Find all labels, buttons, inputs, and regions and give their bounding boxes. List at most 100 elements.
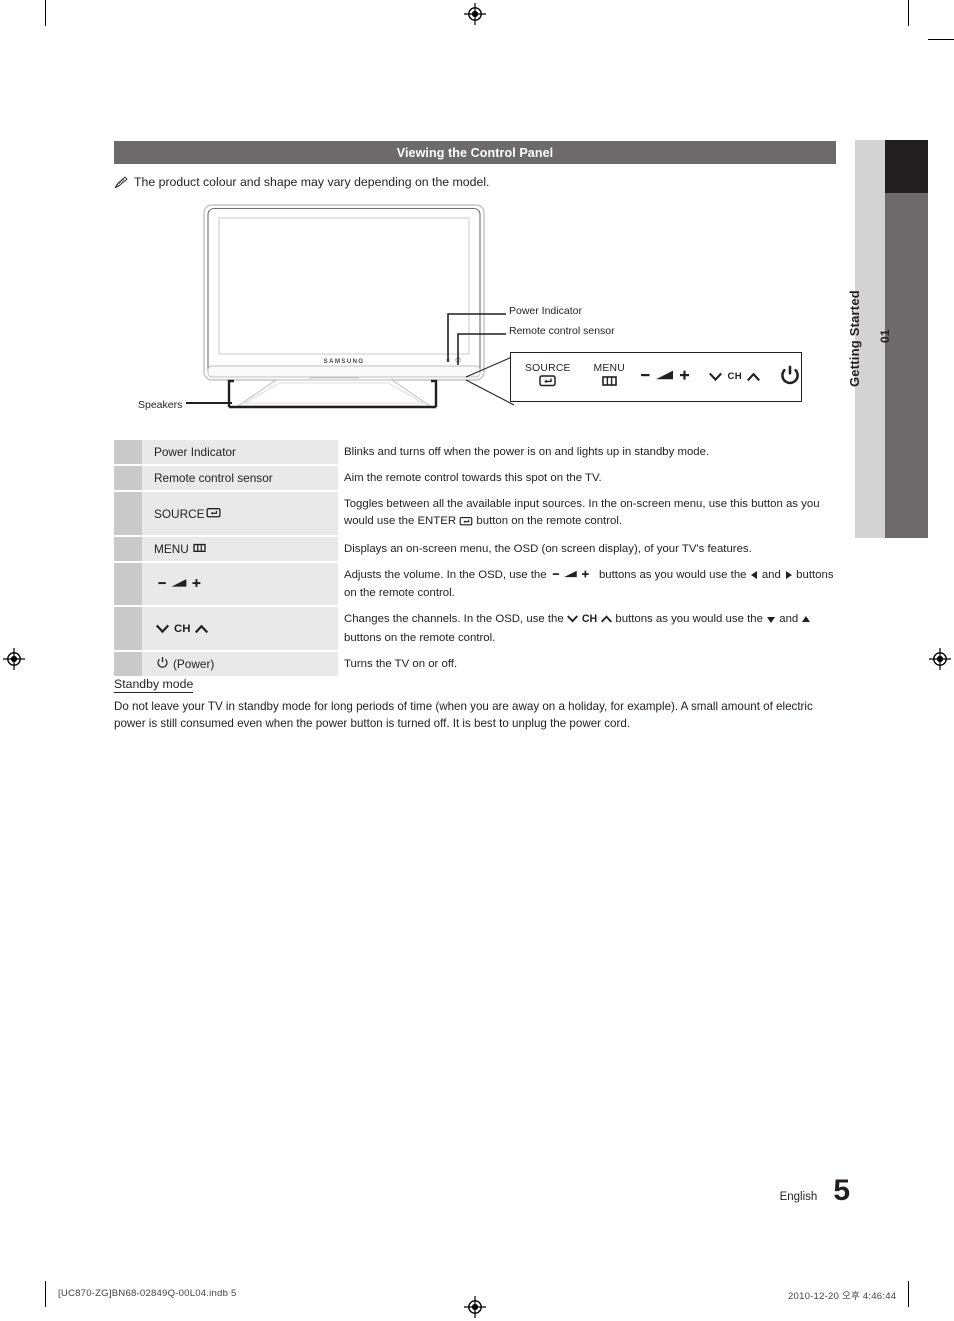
row-description: Toggles between all the available input … [338,492,836,534]
control-panel-table: Power Indicator Blinks and turns off whe… [114,440,836,678]
page-number: 5 [833,1174,850,1207]
source-button[interactable]: SOURCE [525,362,571,391]
volume-button[interactable] [640,367,696,386]
row-description-text: Displays an on-screen menu, the OSD (on … [344,542,752,555]
footer-language: English [779,1191,818,1203]
row-swatch [114,651,142,676]
table-row: Remote control sensor Aim the remote con… [114,466,836,491]
row-description-text: Adjusts the volume. In the OSD, use the [344,568,550,581]
print-footer-filename: [UC870-ZG]BN68-02849Q-00L04.indb 5 [58,1288,237,1299]
volume-minus-plus-icon [550,568,596,585]
standby-mode-body: Do not leave your TV in standby mode for… [114,700,813,730]
row-label-text: SOURCE [154,506,205,521]
page-footer: English 5 [700,1176,850,1206]
registration-mark-bottom [464,1296,486,1318]
row-description-text-3: and [758,568,784,581]
row-description-text-4: buttons on the remote control. [344,631,496,644]
row-description-text: Changes the channels. In the OSD, use th… [344,613,567,626]
callout-speakers: Speakers [138,399,183,411]
power-icon [779,364,801,389]
chapter-title: Getting Started [847,290,862,388]
pencil-note-icon [114,176,128,192]
row-label-text: Power Indicator [154,445,236,460]
channel-button-label: CH [727,370,742,382]
control-panel-strip: SOURCE MENU CH [510,352,802,402]
row-label: Remote control sensor [142,466,338,491]
enter-return-icon [459,515,473,531]
section-header: Viewing the Control Panel [114,141,836,164]
row-description-text: Blinks and turns off when the power is o… [344,446,710,458]
row-description: Adjusts the volume. In the OSD, use the … [338,563,836,605]
table-row: Adjusts the volume. In the OSD, use the … [114,562,836,606]
samsung-logo: SAMSUNG [324,358,365,365]
row-label: MENU [142,536,338,561]
row-label: CH [142,607,338,650]
row-description-text: Aim the remote control towards this spot… [344,472,602,485]
standby-mode-heading: Standby mode [114,677,194,693]
row-description-text-2: buttons as you would use the [612,613,767,626]
row-swatch [114,607,142,650]
arrow-down-icon [766,613,776,629]
channel-down-up-icon: CH [566,612,613,627]
volume-minus-plus-icon [640,367,696,386]
channel-button[interactable]: CH [709,370,760,383]
row-label [142,562,338,606]
row-swatch [114,536,142,561]
section-title: Viewing the Control Panel [396,145,554,160]
volume-minus-plus-icon [156,576,208,593]
row-description-text: Turns the TV on or off. [344,657,458,670]
row-description-text-2: button on the remote control. [473,514,623,527]
print-footer-timestamp: 2010-12-20 오후 4:46:44 [788,1291,897,1302]
registration-mark-top [464,3,486,25]
row-description: Displays an on-screen menu, the OSD (on … [338,537,836,561]
power-button[interactable] [779,364,801,389]
arrow-left-icon [750,569,759,585]
print-footer-rule-right [908,1281,909,1307]
row-label-text: (Power) [173,656,215,671]
channel-down-up-icon: CH [709,370,760,383]
callout-remote-control-sensor: Remote control sensor [509,325,615,337]
row-label-text: MENU [154,541,189,556]
note-text: The product colour and shape may vary de… [134,175,490,189]
chapter-tab: Getting Started 01 [847,140,892,538]
channel-down-up-icon: CH [156,622,209,635]
arrow-right-icon [784,569,793,585]
crop-mark-right-upper [928,39,954,40]
row-label: (Power) [142,651,338,676]
row-swatch [114,466,142,491]
row-description-text-2: buttons as you would use the [595,568,750,581]
menu-bars-icon [601,374,618,390]
row-swatch [114,562,142,606]
row-description: Aim the remote control towards this spot… [338,466,836,490]
menu-button-label: MENU [593,362,625,374]
row-label: Power Indicator [142,440,338,465]
arrow-up-icon [801,613,811,629]
print-footer-rule-left [45,1281,46,1307]
row-label-text: CH [174,622,191,635]
menu-button[interactable]: MENU [593,362,625,391]
row-swatch [114,492,142,535]
note-line: The product colour and shape may vary de… [114,175,836,192]
crop-mark-top-right [908,0,909,26]
crop-mark-top-left [45,0,46,26]
menu-bars-icon [192,542,207,556]
row-description: Changes the channels. In the OSD, use th… [338,607,836,649]
power-icon [156,656,169,672]
enter-return-icon [539,374,557,390]
chapter-number: 01 [878,329,892,343]
enter-return-icon [206,507,221,521]
registration-mark-left [3,648,25,670]
chapter-tab-text: Getting Started 01 [840,140,900,538]
row-swatch [114,440,142,465]
row-description-text-3: and [776,613,802,626]
table-row: Power Indicator Blinks and turns off whe… [114,440,836,465]
row-label-text: Remote control sensor [154,471,273,486]
row-description: Turns the TV on or off. [338,652,836,676]
source-button-label: SOURCE [525,362,571,374]
registration-mark-right [929,648,951,670]
table-row: CH Changes the channels. In the OSD, use… [114,607,836,650]
table-row: MENU Displays an on-screen menu, the OSD… [114,536,836,561]
row-label: SOURCE [142,492,338,535]
table-row: SOURCE Toggles between all the available… [114,492,836,535]
callout-power-indicator: Power Indicator [509,305,582,317]
